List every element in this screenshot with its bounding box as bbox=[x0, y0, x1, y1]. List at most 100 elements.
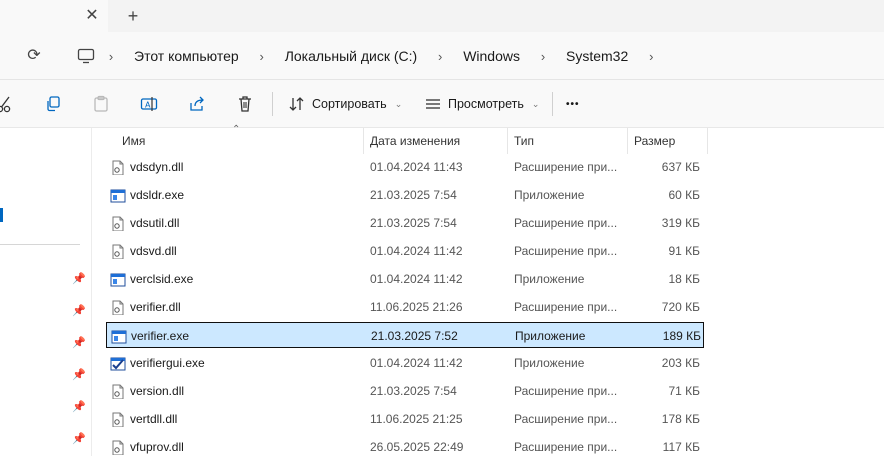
file-type: Расширение при... bbox=[514, 440, 618, 454]
file-size: 71 КБ bbox=[668, 384, 700, 398]
dll-file-icon bbox=[110, 243, 126, 259]
file-type: Приложение bbox=[514, 188, 585, 202]
column-header-size[interactable]: Размер bbox=[628, 128, 708, 154]
breadcrumb-separator: › bbox=[259, 48, 264, 64]
view-icon bbox=[426, 99, 440, 109]
file-type: Приложение bbox=[514, 272, 585, 286]
column-header-type[interactable]: Тип bbox=[508, 128, 628, 154]
file-size: 203 КБ bbox=[661, 356, 700, 370]
table-row[interactable]: verclsid.exe 01.04.2024 11:42 Приложение 18… bbox=[106, 266, 704, 292]
delete-icon[interactable] bbox=[236, 92, 254, 116]
file-name: vdsutil.dll bbox=[130, 216, 180, 230]
file-type: Расширение при... bbox=[514, 244, 618, 258]
file-type: Расширение при... bbox=[514, 412, 618, 426]
pin-icon[interactable]: 📌 bbox=[72, 432, 86, 446]
breadcrumb-local-disk[interactable]: Локальный диск (C:) bbox=[277, 48, 426, 64]
file-size: 319 КБ bbox=[661, 216, 700, 230]
table-row[interactable]: version.dll 21.03.2025 7:54 Расширение при… bbox=[106, 378, 704, 404]
file-name: vdsldr.exe bbox=[130, 188, 185, 202]
file-date: 21.03.2025 7:54 bbox=[370, 188, 457, 202]
table-row[interactable]: vdsutil.dll 21.03.2025 7:54 Расширение при… bbox=[106, 210, 704, 236]
file-date: 21.03.2025 7:54 bbox=[370, 384, 457, 398]
table-row[interactable]: verifiergui.exe 01.04.2024 11:42 Приложени… bbox=[106, 350, 704, 376]
file-size: 178 КБ bbox=[661, 412, 700, 426]
file-size: 117 КБ bbox=[662, 440, 700, 454]
file-date: 01.04.2024 11:42 bbox=[370, 272, 463, 286]
file-date: 21.03.2025 7:52 bbox=[371, 329, 458, 343]
file-type: Приложение bbox=[515, 329, 586, 343]
application-icon bbox=[110, 271, 126, 287]
breadcrumb-separator: › bbox=[108, 48, 114, 64]
file-size: 637 КБ bbox=[661, 160, 700, 174]
application-icon bbox=[111, 328, 127, 344]
file-date: 01.04.2024 11:42 bbox=[370, 356, 463, 370]
table-row[interactable]: vfuprov.dll 26.05.2025 22:49 Расширение пр… bbox=[106, 434, 704, 456]
dll-file-icon bbox=[110, 215, 126, 231]
file-type: Приложение bbox=[514, 356, 585, 370]
pin-icon[interactable]: 📌 bbox=[72, 368, 86, 382]
table-row[interactable]: vdsdyn.dll 01.04.2024 11:43 Расширение при… bbox=[106, 154, 704, 180]
table-row[interactable]: verifier.dll 11.06.2025 21:26 Расширение п… bbox=[106, 294, 704, 320]
copy-icon[interactable] bbox=[44, 92, 62, 116]
refresh-icon[interactable]: ⟳ bbox=[22, 44, 46, 68]
breadcrumb-windows[interactable]: Windows bbox=[455, 48, 528, 64]
active-tab[interactable]: ✕ bbox=[0, 0, 108, 32]
file-name: verifiergui.exe bbox=[130, 356, 205, 370]
view-button[interactable]: Просмотреть ⌄ bbox=[424, 92, 539, 116]
sort-button[interactable]: Сортировать ⌄ bbox=[288, 92, 402, 116]
close-tab-icon[interactable]: ✕ bbox=[82, 6, 102, 26]
chevron-down-icon: ⌄ bbox=[394, 98, 403, 109]
paste-icon[interactable] bbox=[92, 92, 110, 116]
file-type: Расширение при... bbox=[514, 216, 618, 230]
checkmark-application-icon bbox=[110, 355, 126, 371]
column-header-date[interactable]: Дата изменения bbox=[364, 128, 508, 154]
toolbar-divider bbox=[552, 92, 553, 116]
table-row-selected[interactable]: verifier.exe 21.03.2025 7:52 Приложение 189… bbox=[106, 322, 704, 348]
command-bar: A Сортировать ⌄ Просмотреть ⌄ ••• bbox=[0, 80, 884, 128]
column-header-name[interactable]: Имя bbox=[116, 128, 364, 154]
file-name: verifier.dll bbox=[130, 300, 181, 314]
computer-icon[interactable] bbox=[76, 46, 96, 66]
pin-icon[interactable]: 📌 bbox=[72, 400, 86, 414]
dll-file-icon bbox=[110, 439, 126, 455]
more-options-button[interactable]: ••• bbox=[566, 92, 580, 116]
nav-selection-indicator bbox=[0, 208, 3, 222]
application-icon bbox=[110, 187, 126, 203]
file-size: 91 КБ bbox=[668, 244, 700, 258]
pin-icon[interactable]: 📌 bbox=[72, 336, 86, 350]
file-date: 01.04.2024 11:43 bbox=[370, 160, 463, 174]
share-icon[interactable] bbox=[188, 92, 206, 116]
pin-icon[interactable]: 📌 bbox=[72, 304, 86, 318]
table-row[interactable]: vdsldr.exe 21.03.2025 7:54 Приложение 60 КБ bbox=[106, 182, 704, 208]
file-size: 720 КБ bbox=[661, 300, 700, 314]
breadcrumb-separator: › bbox=[438, 48, 443, 64]
file-size: 18 КБ bbox=[668, 272, 700, 286]
table-row[interactable]: vertdll.dll 11.06.2025 21:25 Расширение пр… bbox=[106, 406, 704, 432]
file-date: 01.04.2024 11:42 bbox=[370, 244, 463, 258]
rename-icon[interactable]: A bbox=[140, 92, 158, 116]
chevron-down-icon: ⌄ bbox=[531, 98, 540, 109]
toolbar-divider bbox=[272, 92, 273, 116]
breadcrumb-system32[interactable]: System32 bbox=[558, 48, 636, 64]
new-tab-icon[interactable]: + bbox=[122, 5, 144, 27]
breadcrumb-this-pc[interactable]: Этот компьютер bbox=[126, 48, 247, 64]
file-name: vdsdyn.dll bbox=[130, 160, 184, 174]
file-date: 11.06.2025 21:26 bbox=[370, 300, 463, 314]
breadcrumb-separator: › bbox=[649, 48, 654, 64]
file-name: verifier.exe bbox=[131, 329, 190, 343]
view-label: Просмотреть bbox=[448, 97, 524, 111]
breadcrumb[interactable]: › Этот компьютер › Локальный диск (C:) ›… bbox=[76, 44, 666, 68]
file-date: 26.05.2025 22:49 bbox=[370, 440, 464, 454]
sort-label: Сортировать bbox=[312, 97, 387, 111]
file-size: 60 КБ bbox=[668, 188, 700, 202]
svg-text:A: A bbox=[145, 101, 151, 110]
file-type: Расширение при... bbox=[514, 160, 618, 174]
file-name: vfuprov.dll bbox=[130, 440, 184, 454]
file-size: 189 КБ bbox=[662, 329, 701, 343]
cut-icon[interactable] bbox=[0, 92, 14, 116]
dll-file-icon bbox=[110, 383, 126, 399]
table-row[interactable]: vdsvd.dll 01.04.2024 11:42 Расширение при.… bbox=[106, 238, 704, 264]
tab-strip: ✕ + bbox=[0, 0, 884, 32]
file-name: verclsid.exe bbox=[130, 272, 194, 286]
pin-icon[interactable]: 📌 bbox=[72, 272, 86, 286]
